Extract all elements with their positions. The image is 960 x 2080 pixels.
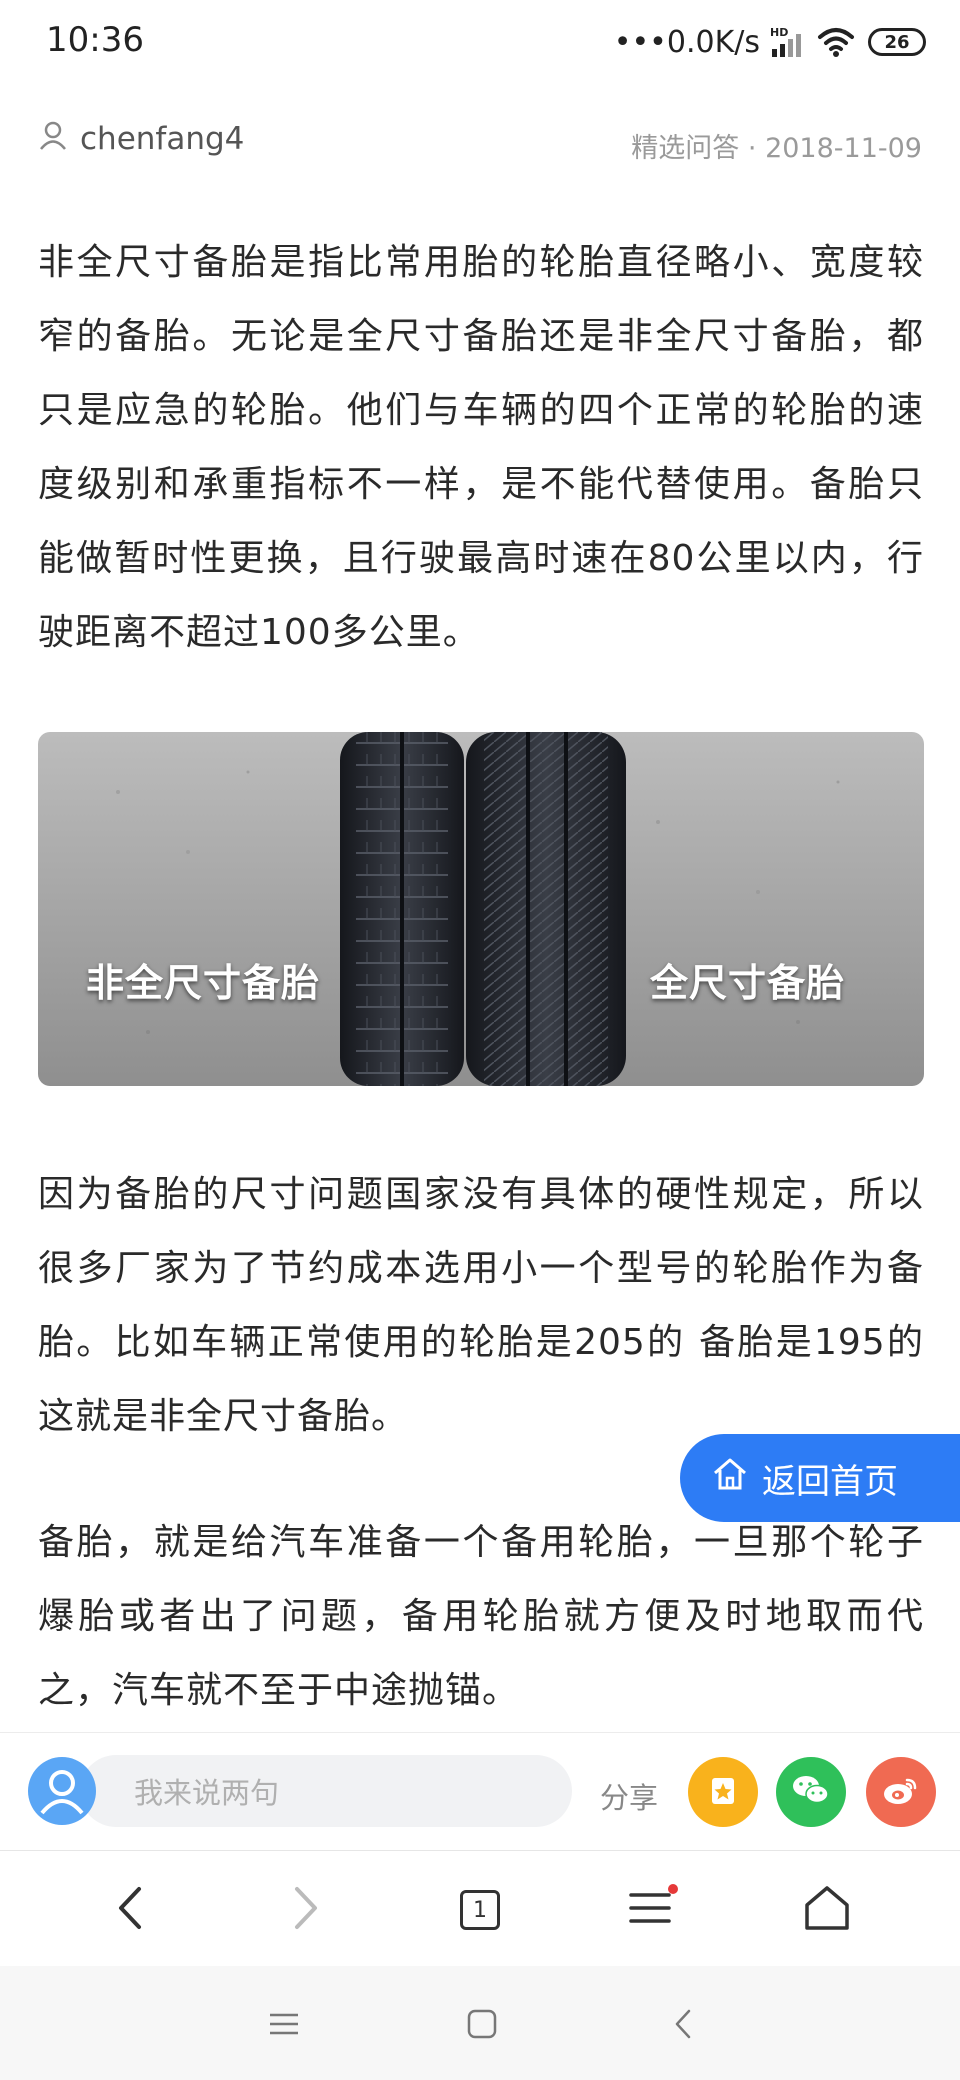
- meta-separator: ·: [747, 133, 757, 164]
- home-nav-icon: [802, 1883, 852, 1937]
- author-name: chenfang4: [80, 121, 245, 157]
- tabs-icon: 1: [460, 1890, 500, 1930]
- signal-icon: HD: [768, 25, 808, 59]
- browser-nav-bar: 1: [0, 1850, 960, 1967]
- wifi-icon: [816, 25, 856, 59]
- qzone-icon: [703, 1770, 743, 1814]
- status-icons: •••0.0K/s HD 26: [614, 22, 926, 62]
- battery-icon: 26: [868, 28, 926, 56]
- article-paragraph-3: 备胎，就是给汽车准备一个备用轮胎，一旦那个轮子爆胎或者出了问题，备用轮胎就方便及…: [38, 1522, 924, 1711]
- home-icon: [710, 1454, 750, 1503]
- share-label: 分享: [600, 1781, 659, 1815]
- article-meta: chenfang4 精选问答 · 2018-11-09: [38, 112, 922, 172]
- menu-icon: [625, 1883, 681, 1937]
- qzone-share-button[interactable]: [688, 1757, 758, 1827]
- comment-input[interactable]: 我来说两句: [80, 1755, 572, 1827]
- return-home-button[interactable]: 返回首页: [680, 1434, 960, 1522]
- network-speed: •••0.0K/s: [613, 24, 760, 60]
- image-label-full-size: 全尺寸备胎: [650, 961, 846, 1005]
- user-icon: [38, 120, 68, 158]
- comment-placeholder: 我来说两句: [134, 1776, 280, 1810]
- image-label-non-full-size: 非全尺寸备胎: [86, 961, 321, 1005]
- meta-info: 精选问答 · 2018-11-09: [631, 126, 922, 165]
- home-nav-button[interactable]: [792, 1875, 862, 1945]
- weibo-share-button[interactable]: [866, 1757, 936, 1827]
- tabs-button[interactable]: 1: [445, 1875, 515, 1945]
- forward-icon: [285, 1883, 325, 1937]
- battery-level: 26: [884, 31, 910, 53]
- system-home-button[interactable]: [452, 1996, 512, 2056]
- system-back-button[interactable]: [654, 1996, 714, 2056]
- status-time: 10:36: [46, 20, 144, 60]
- author[interactable]: chenfang4: [38, 120, 244, 158]
- system-nav-bar: [0, 1966, 960, 2080]
- recent-apps-icon: [267, 2009, 301, 2043]
- menu-button[interactable]: [618, 1875, 688, 1945]
- publish-date: 2018-11-09: [765, 133, 922, 164]
- status-bar: 10:36 •••0.0K/s HD 26: [0, 0, 960, 84]
- comment-bar: 我来说两句 分享: [0, 1732, 960, 1851]
- avatar-icon[interactable]: [28, 1757, 96, 1825]
- forward-button[interactable]: [270, 1875, 340, 1945]
- hd-label: HD: [770, 26, 788, 39]
- system-home-icon: [465, 2007, 499, 2045]
- system-back-icon: [669, 2007, 699, 2045]
- tab-count: 1: [473, 1897, 487, 1923]
- wechat-icon: [789, 1770, 833, 1814]
- category-label: 精选问答: [631, 133, 740, 164]
- article-paragraph-1: 非全尺寸备胎是指比常用胎的轮胎直径略小、宽度较窄的备胎。无论是全尺寸备胎还是非全…: [38, 242, 924, 653]
- tire-comparison-image[interactable]: 非全尺寸备胎 全尺寸备胎: [38, 732, 924, 1086]
- back-button[interactable]: [96, 1875, 166, 1945]
- return-home-label: 返回首页: [762, 1461, 898, 1502]
- weibo-icon: [879, 1770, 923, 1814]
- article-paragraph-2: 因为备胎的尺寸问题国家没有具体的硬性规定，所以很多厂家为了节约成本选用小一个型号…: [38, 1174, 924, 1437]
- wechat-share-button[interactable]: [776, 1757, 846, 1827]
- recent-apps-button[interactable]: [254, 1996, 314, 2056]
- back-icon: [111, 1883, 151, 1937]
